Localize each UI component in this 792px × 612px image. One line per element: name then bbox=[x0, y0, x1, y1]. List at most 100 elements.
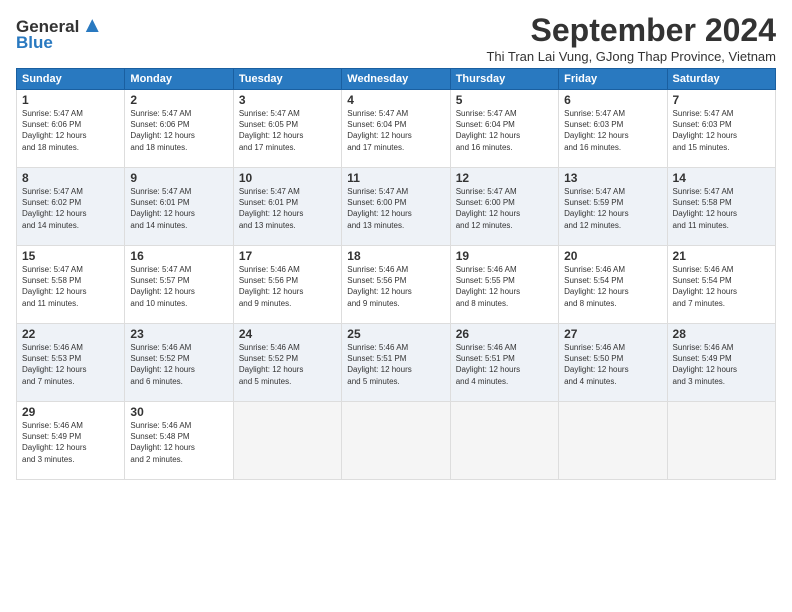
logo-blue: Blue bbox=[16, 33, 53, 53]
calendar-table: SundayMondayTuesdayWednesdayThursdayFrid… bbox=[16, 68, 776, 480]
day-number: 13 bbox=[564, 171, 661, 185]
day-info: Sunrise: 5:47 AM Sunset: 5:58 PM Dayligh… bbox=[673, 186, 770, 231]
calendar-week-4: 22Sunrise: 5:46 AM Sunset: 5:53 PM Dayli… bbox=[17, 324, 776, 402]
day-number: 6 bbox=[564, 93, 661, 107]
day-info: Sunrise: 5:46 AM Sunset: 5:52 PM Dayligh… bbox=[130, 342, 227, 387]
day-info: Sunrise: 5:46 AM Sunset: 5:49 PM Dayligh… bbox=[22, 420, 119, 465]
weekday-header-tuesday: Tuesday bbox=[233, 69, 341, 90]
day-info: Sunrise: 5:46 AM Sunset: 5:49 PM Dayligh… bbox=[673, 342, 770, 387]
calendar-cell bbox=[233, 402, 341, 480]
day-number: 21 bbox=[673, 249, 770, 263]
calendar-cell: 8Sunrise: 5:47 AM Sunset: 6:02 PM Daylig… bbox=[17, 168, 125, 246]
day-info: Sunrise: 5:46 AM Sunset: 5:56 PM Dayligh… bbox=[239, 264, 336, 309]
calendar-cell: 9Sunrise: 5:47 AM Sunset: 6:01 PM Daylig… bbox=[125, 168, 233, 246]
day-info: Sunrise: 5:47 AM Sunset: 6:00 PM Dayligh… bbox=[347, 186, 444, 231]
weekday-header-saturday: Saturday bbox=[667, 69, 775, 90]
calendar-cell bbox=[559, 402, 667, 480]
day-number: 9 bbox=[130, 171, 227, 185]
day-info: Sunrise: 5:46 AM Sunset: 5:51 PM Dayligh… bbox=[347, 342, 444, 387]
calendar-week-5: 29Sunrise: 5:46 AM Sunset: 5:49 PM Dayli… bbox=[17, 402, 776, 480]
calendar-cell: 2Sunrise: 5:47 AM Sunset: 6:06 PM Daylig… bbox=[125, 90, 233, 168]
day-info: Sunrise: 5:46 AM Sunset: 5:54 PM Dayligh… bbox=[564, 264, 661, 309]
calendar-cell: 20Sunrise: 5:46 AM Sunset: 5:54 PM Dayli… bbox=[559, 246, 667, 324]
calendar-cell: 23Sunrise: 5:46 AM Sunset: 5:52 PM Dayli… bbox=[125, 324, 233, 402]
calendar-cell bbox=[342, 402, 450, 480]
calendar-cell: 16Sunrise: 5:47 AM Sunset: 5:57 PM Dayli… bbox=[125, 246, 233, 324]
day-number: 27 bbox=[564, 327, 661, 341]
day-info: Sunrise: 5:46 AM Sunset: 5:51 PM Dayligh… bbox=[456, 342, 553, 387]
day-number: 7 bbox=[673, 93, 770, 107]
day-info: Sunrise: 5:47 AM Sunset: 6:02 PM Dayligh… bbox=[22, 186, 119, 231]
calendar-week-3: 15Sunrise: 5:47 AM Sunset: 5:58 PM Dayli… bbox=[17, 246, 776, 324]
calendar-cell: 1Sunrise: 5:47 AM Sunset: 6:06 PM Daylig… bbox=[17, 90, 125, 168]
weekday-header-row: SundayMondayTuesdayWednesdayThursdayFrid… bbox=[17, 69, 776, 90]
month-title: September 2024 bbox=[486, 12, 776, 49]
calendar-cell: 10Sunrise: 5:47 AM Sunset: 6:01 PM Dayli… bbox=[233, 168, 341, 246]
day-number: 24 bbox=[239, 327, 336, 341]
calendar-cell: 13Sunrise: 5:47 AM Sunset: 5:59 PM Dayli… bbox=[559, 168, 667, 246]
calendar-cell: 21Sunrise: 5:46 AM Sunset: 5:54 PM Dayli… bbox=[667, 246, 775, 324]
day-number: 20 bbox=[564, 249, 661, 263]
day-number: 22 bbox=[22, 327, 119, 341]
day-info: Sunrise: 5:47 AM Sunset: 6:03 PM Dayligh… bbox=[673, 108, 770, 153]
calendar-cell: 29Sunrise: 5:46 AM Sunset: 5:49 PM Dayli… bbox=[17, 402, 125, 480]
day-info: Sunrise: 5:47 AM Sunset: 6:01 PM Dayligh… bbox=[130, 186, 227, 231]
calendar-cell bbox=[667, 402, 775, 480]
day-info: Sunrise: 5:47 AM Sunset: 6:03 PM Dayligh… bbox=[564, 108, 661, 153]
calendar-week-2: 8Sunrise: 5:47 AM Sunset: 6:02 PM Daylig… bbox=[17, 168, 776, 246]
title-section: September 2024 Thi Tran Lai Vung, GJong … bbox=[486, 12, 776, 64]
day-info: Sunrise: 5:46 AM Sunset: 5:55 PM Dayligh… bbox=[456, 264, 553, 309]
day-info: Sunrise: 5:47 AM Sunset: 6:04 PM Dayligh… bbox=[456, 108, 553, 153]
day-info: Sunrise: 5:47 AM Sunset: 6:06 PM Dayligh… bbox=[130, 108, 227, 153]
weekday-header-friday: Friday bbox=[559, 69, 667, 90]
day-number: 8 bbox=[22, 171, 119, 185]
weekday-header-thursday: Thursday bbox=[450, 69, 558, 90]
calendar-week-1: 1Sunrise: 5:47 AM Sunset: 6:06 PM Daylig… bbox=[17, 90, 776, 168]
calendar-cell: 24Sunrise: 5:46 AM Sunset: 5:52 PM Dayli… bbox=[233, 324, 341, 402]
calendar-cell: 4Sunrise: 5:47 AM Sunset: 6:04 PM Daylig… bbox=[342, 90, 450, 168]
calendar-cell: 14Sunrise: 5:47 AM Sunset: 5:58 PM Dayli… bbox=[667, 168, 775, 246]
day-info: Sunrise: 5:46 AM Sunset: 5:54 PM Dayligh… bbox=[673, 264, 770, 309]
day-number: 3 bbox=[239, 93, 336, 107]
calendar-cell: 25Sunrise: 5:46 AM Sunset: 5:51 PM Dayli… bbox=[342, 324, 450, 402]
day-number: 11 bbox=[347, 171, 444, 185]
day-number: 14 bbox=[673, 171, 770, 185]
calendar-cell: 28Sunrise: 5:46 AM Sunset: 5:49 PM Dayli… bbox=[667, 324, 775, 402]
day-number: 15 bbox=[22, 249, 119, 263]
day-info: Sunrise: 5:47 AM Sunset: 6:06 PM Dayligh… bbox=[22, 108, 119, 153]
weekday-header-monday: Monday bbox=[125, 69, 233, 90]
calendar-cell: 12Sunrise: 5:47 AM Sunset: 6:00 PM Dayli… bbox=[450, 168, 558, 246]
calendar-cell: 26Sunrise: 5:46 AM Sunset: 5:51 PM Dayli… bbox=[450, 324, 558, 402]
calendar-cell: 3Sunrise: 5:47 AM Sunset: 6:05 PM Daylig… bbox=[233, 90, 341, 168]
day-number: 29 bbox=[22, 405, 119, 419]
day-info: Sunrise: 5:47 AM Sunset: 6:01 PM Dayligh… bbox=[239, 186, 336, 231]
day-number: 10 bbox=[239, 171, 336, 185]
day-info: Sunrise: 5:47 AM Sunset: 6:04 PM Dayligh… bbox=[347, 108, 444, 153]
day-info: Sunrise: 5:46 AM Sunset: 5:48 PM Dayligh… bbox=[130, 420, 227, 465]
calendar-cell: 17Sunrise: 5:46 AM Sunset: 5:56 PM Dayli… bbox=[233, 246, 341, 324]
day-info: Sunrise: 5:47 AM Sunset: 6:00 PM Dayligh… bbox=[456, 186, 553, 231]
header: General▲ Blue September 2024 Thi Tran La… bbox=[16, 12, 776, 64]
logo-bird-icon: ▲ bbox=[81, 12, 103, 37]
calendar-cell: 30Sunrise: 5:46 AM Sunset: 5:48 PM Dayli… bbox=[125, 402, 233, 480]
day-number: 1 bbox=[22, 93, 119, 107]
calendar-cell: 27Sunrise: 5:46 AM Sunset: 5:50 PM Dayli… bbox=[559, 324, 667, 402]
day-number: 26 bbox=[456, 327, 553, 341]
day-number: 17 bbox=[239, 249, 336, 263]
day-info: Sunrise: 5:47 AM Sunset: 5:58 PM Dayligh… bbox=[22, 264, 119, 309]
day-info: Sunrise: 5:47 AM Sunset: 6:05 PM Dayligh… bbox=[239, 108, 336, 153]
day-number: 28 bbox=[673, 327, 770, 341]
day-number: 19 bbox=[456, 249, 553, 263]
calendar-cell: 18Sunrise: 5:46 AM Sunset: 5:56 PM Dayli… bbox=[342, 246, 450, 324]
day-number: 4 bbox=[347, 93, 444, 107]
calendar-cell: 22Sunrise: 5:46 AM Sunset: 5:53 PM Dayli… bbox=[17, 324, 125, 402]
calendar-cell: 5Sunrise: 5:47 AM Sunset: 6:04 PM Daylig… bbox=[450, 90, 558, 168]
calendar-cell: 15Sunrise: 5:47 AM Sunset: 5:58 PM Dayli… bbox=[17, 246, 125, 324]
day-info: Sunrise: 5:46 AM Sunset: 5:56 PM Dayligh… bbox=[347, 264, 444, 309]
logo: General▲ Blue bbox=[16, 12, 103, 53]
weekday-header-sunday: Sunday bbox=[17, 69, 125, 90]
calendar-cell bbox=[450, 402, 558, 480]
calendar-cell: 7Sunrise: 5:47 AM Sunset: 6:03 PM Daylig… bbox=[667, 90, 775, 168]
day-info: Sunrise: 5:47 AM Sunset: 5:57 PM Dayligh… bbox=[130, 264, 227, 309]
day-info: Sunrise: 5:46 AM Sunset: 5:52 PM Dayligh… bbox=[239, 342, 336, 387]
